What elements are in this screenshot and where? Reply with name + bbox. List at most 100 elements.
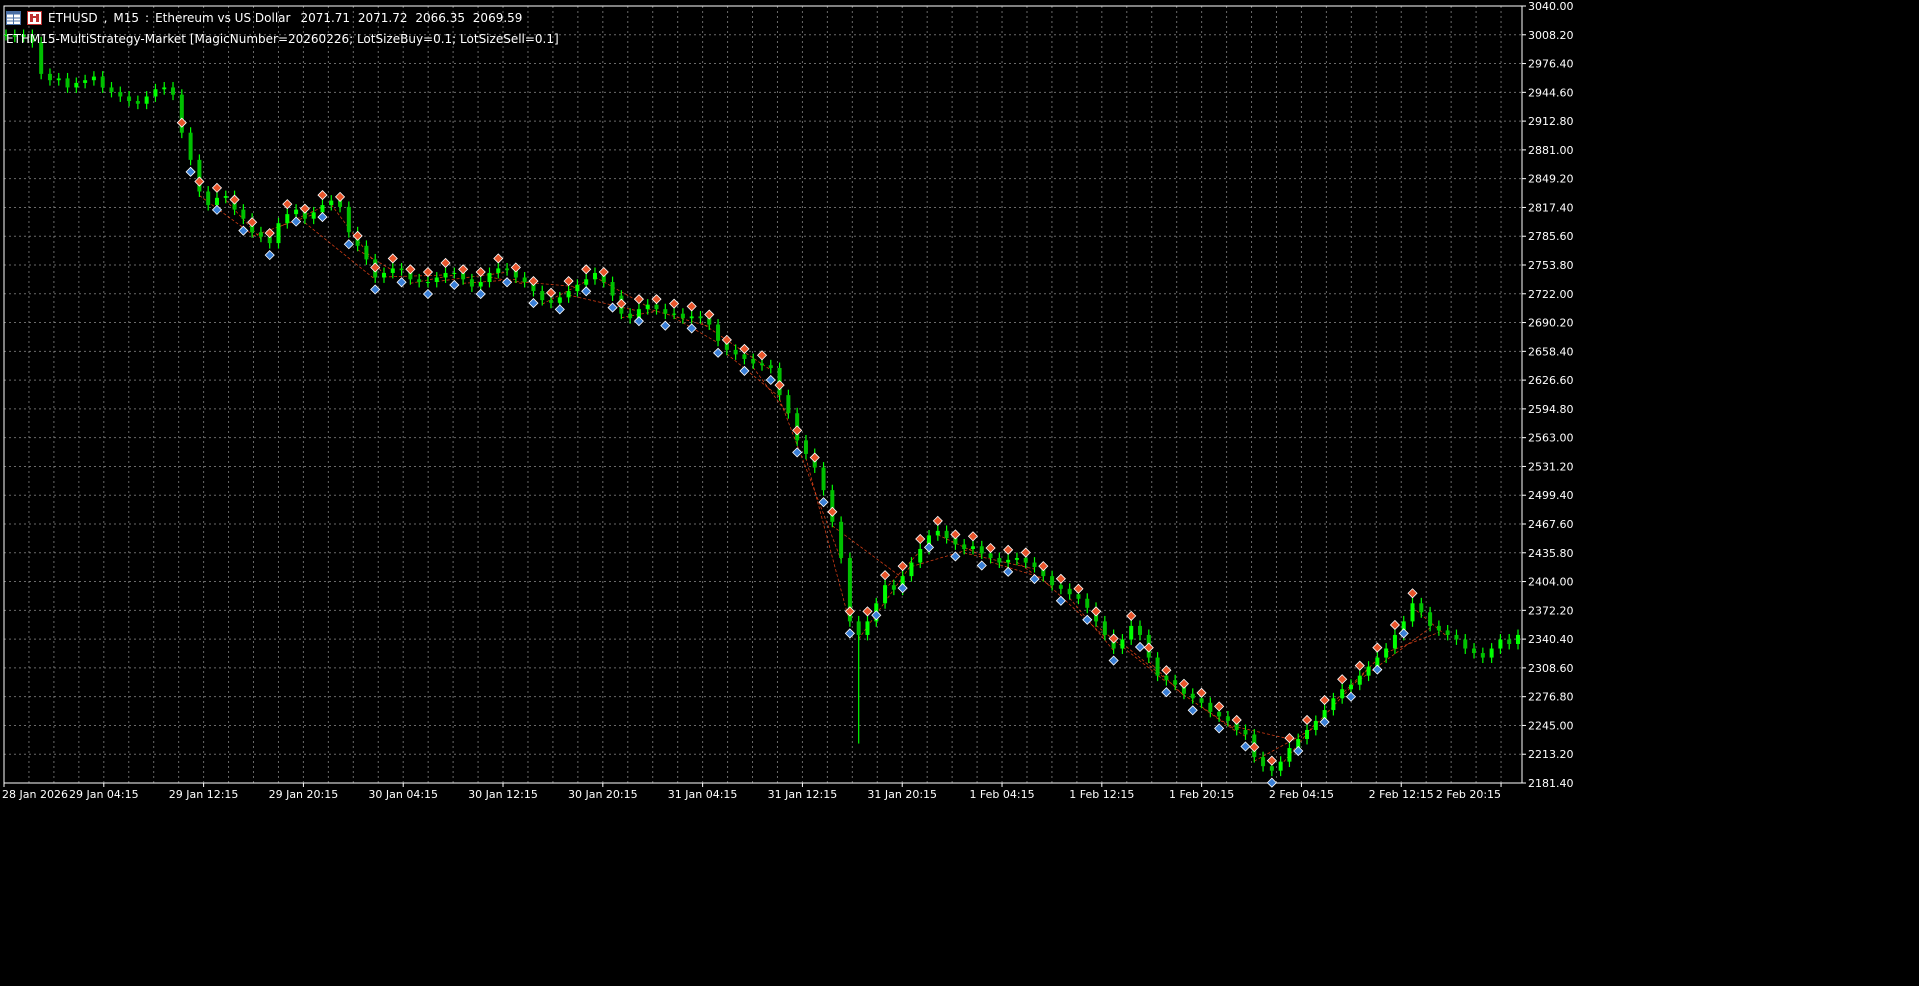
candle-body: [1340, 689, 1345, 699]
candle-body: [1199, 698, 1204, 703]
candle-body: [1006, 559, 1011, 563]
candle-body: [83, 80, 88, 83]
y-tick-label: 2785.60: [1528, 230, 1574, 243]
candle-body: [803, 440, 808, 454]
candle-body: [751, 358, 756, 364]
separator-comma: ,: [103, 11, 108, 25]
expert-advisor-label[interactable]: ETHM15-MultiStrategy-Market [MagicNumber…: [6, 32, 559, 46]
y-tick-label: 2976.40: [1528, 58, 1574, 71]
candle-body: [566, 291, 571, 298]
candle-body: [100, 76, 105, 88]
candle-body: [689, 316, 694, 319]
candle-body: [443, 272, 448, 278]
candle-body: [1463, 639, 1468, 649]
candle-body: [997, 558, 1002, 563]
y-tick-label: 2340.40: [1528, 633, 1574, 646]
candle-body: [865, 621, 870, 635]
candle-body: [118, 91, 123, 97]
candle-body: [654, 304, 659, 310]
x-tick-label: 30 Jan 20:15: [568, 788, 638, 801]
candle-body: [1058, 585, 1063, 589]
candle-body: [294, 209, 299, 215]
candle-body: [557, 297, 562, 303]
candle-body: [496, 268, 501, 273]
candle-body: [1419, 603, 1424, 613]
candle-body: [1023, 558, 1028, 563]
y-tick-label: 2499.40: [1528, 489, 1574, 502]
candle-body: [1085, 598, 1090, 608]
candle-body: [469, 279, 474, 287]
expert-advisor-icon[interactable]: [27, 11, 42, 25]
x-tick-label: 2 Feb 12:15: [1369, 788, 1434, 801]
candle-body: [74, 82, 79, 88]
candle-body: [1305, 729, 1310, 740]
candle-body: [645, 304, 650, 310]
candle-body: [628, 313, 633, 319]
candle-body: [1392, 634, 1397, 649]
y-tick-label: 2531.20: [1528, 460, 1574, 473]
candle-body: [1507, 639, 1512, 644]
timeframe-label: M15: [113, 11, 140, 25]
candle-body: [786, 395, 791, 414]
candle-body: [575, 284, 580, 292]
ohlc-values: 2071.71 2071.72 2066.35 2069.59: [296, 11, 522, 25]
candle-body: [144, 96, 149, 104]
candle-body: [135, 101, 140, 104]
candle-body: [839, 521, 844, 559]
candle-body: [320, 205, 325, 213]
candle-body: [680, 313, 685, 319]
y-tick-label: 2308.60: [1528, 662, 1574, 675]
x-tick-label: 1 Feb 20:15: [1169, 788, 1234, 801]
separator-colon: :: [145, 11, 150, 25]
candle-body: [390, 268, 395, 273]
candle-body: [549, 300, 554, 303]
candle-body: [382, 272, 386, 278]
x-tick-label: 28 Jan 2026: [2, 788, 68, 801]
y-tick-label: 2276.80: [1528, 691, 1574, 704]
candle-body: [65, 78, 70, 88]
candle-body: [258, 232, 263, 237]
candle-body: [592, 272, 597, 280]
open-value: 2071.71: [300, 11, 351, 25]
y-tick-label: 2594.80: [1528, 403, 1574, 416]
x-tick-label: 29 Jan 20:15: [269, 788, 339, 801]
candle-body: [276, 223, 281, 244]
symbol-label: ETHUSD: [48, 11, 98, 25]
candle-body: [171, 87, 176, 95]
y-tick-label: 2753.80: [1528, 259, 1574, 272]
low-value: 2066.35: [415, 11, 465, 25]
candle-body: [1155, 657, 1160, 676]
x-tick-label: 31 Jan 12:15: [768, 788, 838, 801]
candle-body: [1164, 675, 1169, 681]
table-icon[interactable]: [6, 11, 21, 25]
candle-body: [1445, 630, 1450, 635]
candle-body: [1489, 648, 1494, 658]
candle-body: [47, 73, 52, 81]
candle-body: [153, 89, 158, 97]
y-tick-label: 2372.20: [1528, 604, 1574, 617]
candle-body: [962, 544, 967, 549]
price-chart[interactable]: 3040.00 3008.20 2976.40 2944.60 2912.80 2881.…: [0, 0, 1919, 986]
candle-body: [487, 272, 492, 283]
candle-body: [742, 354, 747, 359]
candle-body: [891, 585, 896, 590]
candle-body: [311, 212, 316, 219]
candle-body: [285, 214, 290, 224]
candle-body: [883, 585, 888, 604]
candle-body: [1428, 612, 1433, 626]
candle-body: [109, 87, 114, 92]
symbol-description: Ethereum vs US Dollar: [155, 11, 291, 25]
x-tick-label: 29 Jan 04:15: [69, 788, 139, 801]
y-tick-label: 2563.00: [1528, 432, 1574, 445]
x-tick-label: 1 Feb 04:15: [969, 788, 1034, 801]
y-tick-label: 2944.60: [1528, 86, 1574, 99]
candle-body: [1014, 558, 1019, 560]
candle-body: [452, 272, 457, 274]
y-tick-label: 3040.00: [1528, 0, 1574, 13]
candle-body: [1050, 576, 1055, 586]
candle-body: [1410, 603, 1415, 622]
chart-window[interactable]: 3040.00 3008.20 2976.40 2944.60 2912.80 2881.…: [0, 0, 1919, 986]
candle-body: [56, 78, 61, 81]
y-tick-label: 2849.20: [1528, 173, 1574, 186]
x-tick-label: 31 Jan 20:15: [867, 788, 937, 801]
